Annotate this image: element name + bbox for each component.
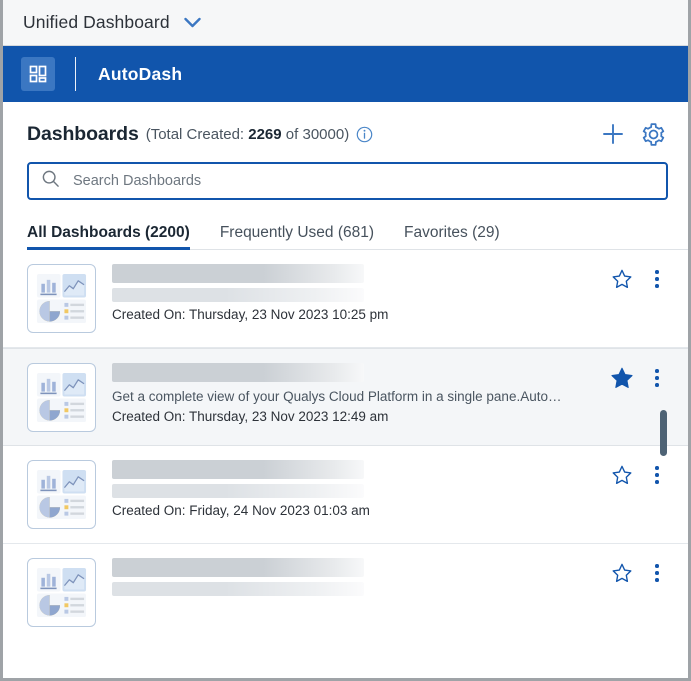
vertical-scrollbar[interactable]: [660, 270, 667, 670]
dashboard-thumbnail-icon: [27, 363, 96, 432]
row-content: Created On: Thursday, 23 Nov 2023 10:25 …: [112, 262, 609, 322]
dashboard-thumbnail-icon: [27, 460, 96, 529]
chevron-down-icon[interactable]: [183, 17, 201, 28]
kebab-dot: [655, 369, 659, 373]
kebab-dot: [655, 473, 659, 477]
app-name: AutoDash: [98, 63, 183, 84]
window-title-bar: Unified Dashboard: [3, 0, 688, 46]
star-outline-icon[interactable]: [609, 560, 635, 586]
dashboard-title-redacted: [112, 460, 364, 479]
row-content: [112, 556, 609, 601]
kebab-dot: [655, 480, 659, 484]
table-row[interactable]: Created On: Friday, 24 Nov 2023 01:03 am: [3, 446, 688, 544]
dashboard-title-redacted: [112, 558, 364, 577]
star-outline-icon[interactable]: [609, 462, 635, 488]
kebab-dot: [655, 571, 659, 575]
kebab-dot: [655, 270, 659, 274]
add-dashboard-button[interactable]: [598, 119, 628, 149]
count-middle: of: [281, 125, 303, 143]
dashboard-count: (Total Created: 2269 of 30000): [146, 126, 350, 143]
kebab-dot: [655, 284, 659, 288]
tab-all-dashboards[interactable]: All Dashboards (2200): [27, 224, 190, 250]
table-row[interactable]: Get a complete view of your Qualys Cloud…: [3, 348, 688, 446]
dashboard-created-date: Created On: Thursday, 23 Nov 2023 10:25 …: [112, 307, 389, 322]
dashboard-created-date: Created On: Friday, 24 Nov 2023 01:03 am: [112, 503, 370, 518]
page-header: Dashboards (Total Created: 2269 of 30000…: [3, 102, 688, 146]
window-title: Unified Dashboard: [23, 12, 170, 32]
app-bar: AutoDash: [3, 46, 688, 102]
count-current: 2269: [248, 125, 282, 143]
row-content: Created On: Friday, 24 Nov 2023 01:03 am: [112, 458, 609, 518]
kebab-dot: [655, 466, 659, 470]
dashboard-subtitle-redacted: [112, 582, 364, 596]
tab-frequently-used[interactable]: Frequently Used (681): [220, 224, 374, 249]
dashboard-description: Get a complete view of your Qualys Cloud…: [112, 389, 562, 404]
dashboard-grid-icon[interactable]: [21, 57, 55, 91]
count-max: 30000: [302, 125, 345, 143]
search-icon: [41, 169, 60, 193]
scrollbar-thumb[interactable]: [660, 410, 667, 456]
page-title: Dashboards: [27, 122, 139, 145]
kebab-dot: [655, 578, 659, 582]
dashboard-thumbnail-icon: [27, 264, 96, 333]
search-section: [3, 146, 688, 200]
dashboard-subtitle-redacted: [112, 484, 364, 498]
kebab-dot: [655, 564, 659, 568]
count-prefix: (Total Created:: [145, 125, 249, 143]
dashboard-created-date: Created On: Thursday, 23 Nov 2023 12:49 …: [112, 409, 389, 424]
dashboard-thumbnail-icon: [27, 558, 96, 627]
tab-favorites[interactable]: Favorites (29): [404, 224, 500, 249]
star-outline-icon[interactable]: [609, 266, 635, 292]
table-row[interactable]: Created On: Thursday, 23 Nov 2023 10:25 …: [3, 250, 688, 348]
count-suffix: ): [344, 125, 350, 143]
dashboard-tabs: All Dashboards (2200) Frequently Used (6…: [27, 218, 688, 250]
dashboard-list: Created On: Thursday, 23 Nov 2023 10:25 …: [3, 250, 688, 642]
dashboard-title-redacted: [112, 363, 364, 382]
star-filled-icon[interactable]: [609, 365, 635, 391]
info-circle-icon[interactable]: [356, 126, 373, 143]
app-bar-divider: [75, 57, 76, 91]
row-content: Get a complete view of your Qualys Cloud…: [112, 361, 609, 424]
kebab-dot: [655, 277, 659, 281]
search-box[interactable]: [27, 162, 668, 200]
search-input[interactable]: [71, 172, 654, 190]
kebab-dot: [655, 376, 659, 380]
table-row[interactable]: [3, 544, 688, 642]
dashboard-subtitle-redacted: [112, 288, 364, 302]
dashboard-window: Unified Dashboard AutoDash Dashboards (T…: [0, 0, 691, 681]
gear-icon[interactable]: [638, 119, 668, 149]
kebab-dot: [655, 383, 659, 387]
dashboard-title-redacted: [112, 264, 364, 283]
